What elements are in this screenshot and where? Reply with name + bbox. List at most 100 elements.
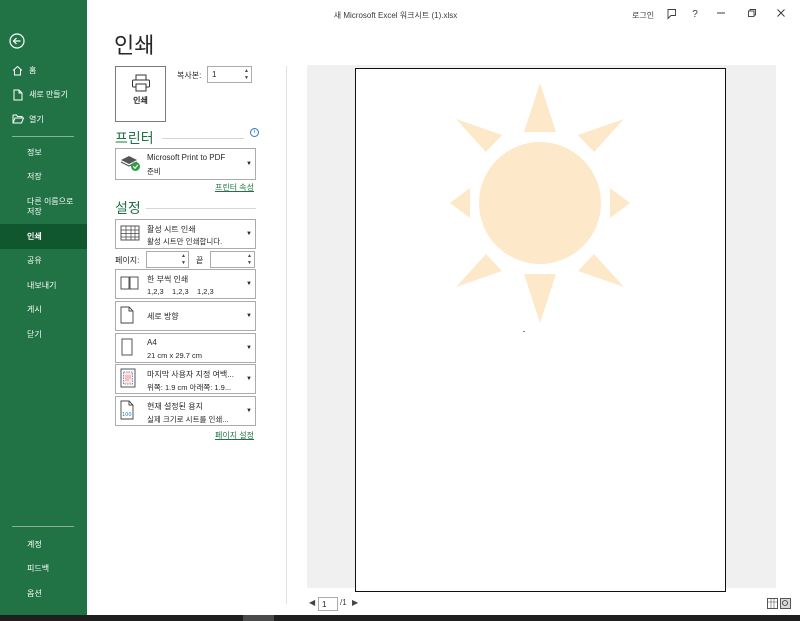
sidebar-item-label: 새로 만들기: [29, 90, 69, 100]
chevron-down-icon: ▼: [246, 313, 252, 319]
print-what-dropdown[interactable]: 활성 시트 인쇄 활성 시트만 인쇄합니다. ▼: [115, 219, 256, 249]
total-pages: /1: [340, 598, 347, 607]
orientation-title: 세로 방향: [147, 312, 179, 321]
sidebar-item-label-line1: 다른 이름으로: [27, 196, 74, 206]
print-what-title: 활성 시트 인쇄: [147, 225, 196, 234]
chevron-down-icon: ▼: [246, 161, 252, 167]
margins-icon: [120, 368, 136, 390]
collate-dropdown[interactable]: 한 부씩 인쇄 1,2,3 1,2,3 1,2,3 ▼: [115, 269, 256, 299]
help-button[interactable]: ?: [688, 8, 702, 22]
sidebar-item-options[interactable]: 옵션: [0, 581, 87, 606]
sidebar-item-close[interactable]: 닫기: [0, 322, 87, 347]
sidebar-item-print[interactable]: 인쇄: [0, 224, 87, 249]
back-arrow-icon[interactable]: [8, 32, 26, 50]
home-icon: [11, 64, 24, 76]
printer-status: 준비: [147, 167, 161, 176]
new-document-icon: [11, 89, 24, 101]
margins-dropdown[interactable]: 마지막 사용자 지정 여백... 위쪽: 1.9 cm 아래쪽: 1.9... …: [115, 364, 256, 394]
sidebar-item-label: 열기: [29, 114, 44, 124]
sidebar-item-info[interactable]: 정보: [0, 140, 87, 165]
printer-properties-link[interactable]: 프린터 속성: [215, 182, 254, 193]
sidebar-item-label: 계정: [27, 539, 42, 549]
sidebar-divider: [12, 526, 74, 527]
copies-label: 복사본:: [177, 71, 202, 80]
margins-desc: 위쪽: 1.9 cm 아래쪽: 1.9...: [147, 383, 232, 392]
orientation-dropdown[interactable]: 세로 방향 ▼: [115, 301, 256, 331]
paper-size-desc: 21 cm x 29.7 cm: [147, 351, 203, 360]
printer-dropdown[interactable]: Microsoft Print to PDF 준비 ▼: [115, 148, 256, 180]
section-divider: [162, 138, 244, 139]
pages-from-stepper[interactable]: ▲ ▼: [146, 251, 189, 268]
login-button[interactable]: 로그인: [632, 10, 654, 21]
sidebar-item-export[interactable]: 내보내기: [0, 273, 87, 298]
sheet-grid-icon: [120, 225, 140, 243]
previous-page-icon[interactable]: ◀: [309, 598, 315, 607]
collated-pages-icon: [120, 276, 140, 292]
pane-divider: [286, 66, 287, 604]
print-button-label: 인쇄: [133, 96, 148, 105]
sidebar-item-label: 공유: [27, 256, 42, 266]
chevron-down-icon: ▼: [246, 281, 252, 287]
paper-size-dropdown[interactable]: A4 21 cm x 29.7 cm ▼: [115, 333, 256, 363]
sidebar-item-label: 내보내기: [27, 280, 57, 290]
pages-label: 페이지:: [115, 256, 140, 265]
margins-title: 마지막 사용자 지정 여백...: [147, 370, 234, 379]
printer-ready-icon: [120, 154, 142, 174]
pages-to-stepper[interactable]: ▲ ▼: [210, 251, 255, 268]
portrait-page-icon: [120, 306, 134, 326]
sidebar-divider: [12, 136, 74, 137]
sidebar-item-label: 홈: [29, 65, 37, 75]
sidebar-item-label: 저장: [27, 172, 42, 182]
sidebar-item-home[interactable]: 홈: [0, 58, 87, 83]
os-taskbar: [0, 615, 800, 621]
pages-to-label: 끝: [196, 256, 204, 265]
preview-mark: [523, 331, 525, 332]
collate-title: 한 부씩 인쇄: [147, 275, 189, 284]
stepper-arrows-icon[interactable]: ▲ ▼: [244, 68, 249, 82]
sidebar-item-publish[interactable]: 게시: [0, 298, 87, 323]
sidebar-item-share[interactable]: 공유: [0, 249, 87, 274]
sidebar-item-new[interactable]: 새로 만들기: [0, 83, 87, 108]
sidebar-item-open[interactable]: 열기: [0, 107, 87, 132]
sidebar-item-label: 옵션: [27, 588, 42, 598]
print-what-desc: 활성 시트만 인쇄합니다.: [147, 237, 223, 246]
show-margins-icon[interactable]: [767, 598, 778, 609]
page-setup-link[interactable]: 페이지 설정: [215, 430, 254, 441]
sidebar-item-account[interactable]: 계정: [0, 532, 87, 557]
stepper-arrows-icon[interactable]: ▲ ▼: [181, 253, 186, 267]
current-page-input[interactable]: 1: [318, 597, 338, 611]
sidebar-item-label: 닫기: [27, 329, 42, 339]
page-title: 인쇄: [114, 33, 155, 58]
minimize-icon[interactable]: [714, 8, 728, 22]
settings-section-title: 설정: [115, 200, 141, 216]
print-button[interactable]: 인쇄: [115, 66, 166, 122]
copies-stepper[interactable]: 1 ▲ ▼: [207, 66, 252, 83]
folder-open-icon: [11, 113, 24, 125]
sidebar-item-save-as[interactable]: 다른 이름으로 저장: [0, 189, 87, 224]
paper-size-icon: [120, 338, 134, 358]
collate-desc: 1,2,3 1,2,3 1,2,3: [147, 287, 214, 296]
taskbar-app-slot[interactable]: [243, 615, 274, 621]
restore-icon[interactable]: [745, 8, 759, 22]
sun-watermark-image: [450, 83, 630, 323]
window-title: 새 Microsoft Excel 워크시트 (1).xlsx: [333, 11, 458, 20]
sidebar-item-label: 인쇄: [27, 231, 42, 241]
info-icon[interactable]: i: [250, 128, 259, 137]
printer-name: Microsoft Print to PDF: [147, 153, 226, 162]
scaling-dropdown[interactable]: 100 현재 설정된 용지 실제 크기로 시트를 인쇄... ▼: [115, 396, 256, 426]
printer-section-title: 프린터: [115, 130, 154, 146]
sidebar-item-save[interactable]: 저장: [0, 165, 87, 190]
scaling-desc: 실제 크기로 시트를 인쇄...: [147, 415, 229, 424]
chevron-down-icon: ▼: [246, 231, 252, 237]
sidebar-item-label: 게시: [27, 305, 42, 315]
sidebar-item-label: 피드백: [27, 564, 50, 574]
zoom-to-page-icon[interactable]: [780, 598, 791, 609]
close-icon[interactable]: [774, 8, 788, 22]
scaling-title: 현재 설정된 용지: [147, 402, 203, 411]
svg-text:100: 100: [122, 412, 132, 418]
sidebar-item-feedback[interactable]: 피드백: [0, 557, 87, 582]
stepper-arrows-icon[interactable]: ▲ ▼: [247, 253, 252, 267]
feedback-icon[interactable]: [665, 8, 679, 22]
next-page-icon[interactable]: ▶: [352, 598, 358, 607]
scaling-page-icon: 100: [120, 400, 134, 422]
